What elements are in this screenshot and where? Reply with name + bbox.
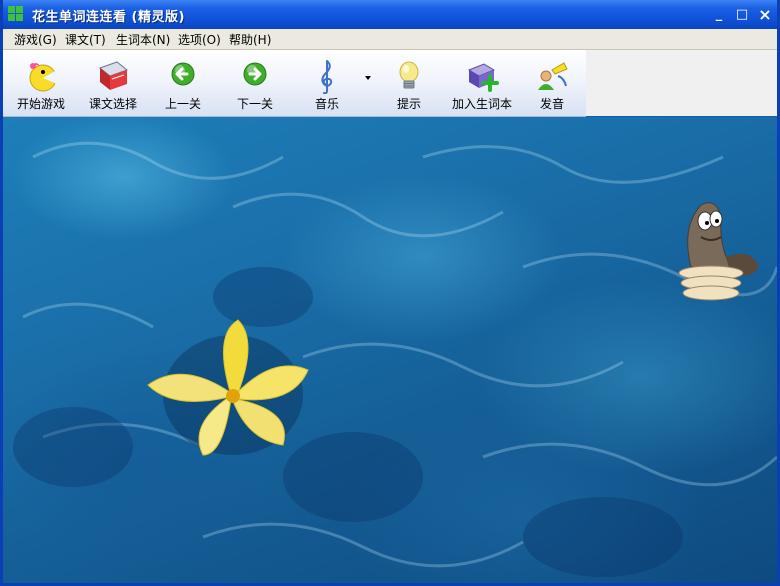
- hint-label: 提示: [396, 97, 421, 111]
- title-bar[interactable]: 花生单词连连看 (精灵版) _ □ ×: [3, 0, 777, 29]
- music-dropdown-arrow[interactable]: [365, 76, 371, 80]
- menu-help[interactable]: 帮助(H): [229, 31, 271, 48]
- previous-level-label: 上一关: [164, 97, 201, 111]
- toolbar-right: 提示 加入生词本 发音: [375, 50, 586, 116]
- add-to-vocab-button[interactable]: 加入生词本: [447, 50, 517, 116]
- start-game-label: 开始游戏: [16, 97, 65, 111]
- music-label: 音乐: [314, 97, 339, 111]
- menu-bar: 游戏(G) 课文(T) 生词本(N) 选项(O) 帮助(H): [3, 29, 777, 50]
- app-icon: [8, 6, 24, 22]
- pronounce-button[interactable]: 发音: [525, 50, 579, 116]
- next-level-button[interactable]: 下一关: [225, 50, 285, 116]
- menu-vocab[interactable]: 生词本(N): [116, 31, 170, 48]
- menu-game[interactable]: 游戏(G): [14, 31, 57, 48]
- speaker-person-icon: [538, 62, 568, 90]
- water-background: [13, 141, 777, 577]
- snail-sprite: [678, 202, 759, 301]
- menu-options[interactable]: 选项(O): [178, 31, 221, 48]
- maximize-button[interactable]: □: [733, 6, 751, 23]
- pacman-icon: [29, 63, 57, 92]
- game-board[interactable]: [3, 117, 777, 583]
- previous-level-button[interactable]: 上一关: [153, 50, 213, 116]
- select-lesson-button[interactable]: 课文选择: [81, 50, 145, 116]
- select-lesson-label: 课文选择: [88, 97, 137, 111]
- arrow-left-icon: [171, 62, 195, 86]
- toolbar-empty-area: [586, 50, 777, 116]
- lightbulb-icon: [399, 61, 419, 89]
- hint-button[interactable]: 提示: [381, 50, 437, 116]
- treble-clef-icon: [321, 60, 333, 94]
- pronounce-label: 发音: [539, 97, 564, 111]
- start-game-button[interactable]: 开始游戏: [9, 50, 73, 116]
- book-plus-icon: [467, 63, 499, 92]
- minimize-button[interactable]: _: [710, 6, 728, 23]
- book-icon: [98, 61, 129, 90]
- next-level-label: 下一关: [236, 97, 273, 111]
- menu-lesson[interactable]: 课文(T): [65, 31, 106, 48]
- window-title: 花生单词连连看 (精灵版): [32, 10, 185, 25]
- music-button[interactable]: 音乐: [299, 50, 355, 116]
- app-window: 花生单词连连看 (精灵版) _ □ × 游戏(G) 课文(T) 生词本(N) 选…: [0, 0, 780, 586]
- add-to-vocab-label: 加入生词本: [451, 97, 512, 111]
- arrow-right-icon: [243, 62, 267, 86]
- frangipani-flower: [147, 319, 309, 456]
- close-button[interactable]: ×: [756, 6, 774, 23]
